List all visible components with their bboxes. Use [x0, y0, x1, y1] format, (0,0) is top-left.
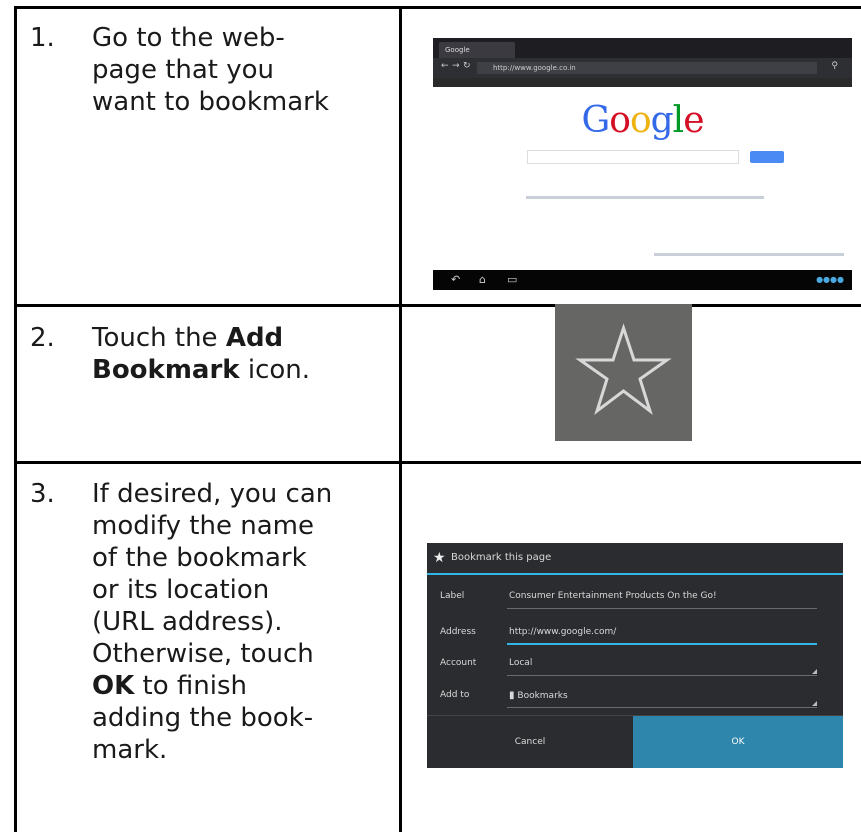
browser-tab-bar: Google [433, 38, 852, 58]
system-bar: ↶ ⌂ ▭ ●●●● [433, 270, 852, 290]
back-nav-icon[interactable]: ↶ [451, 273, 460, 286]
google-nav-strip [433, 78, 852, 87]
forward-icon[interactable]: → [452, 61, 460, 71]
google-links-line [526, 196, 764, 199]
table-border-top [14, 6, 861, 9]
logo-letter: e [683, 100, 704, 141]
logo-letter: o [609, 100, 631, 141]
step-number: 1. [30, 23, 55, 53]
address-field-row[interactable]: Address http://www.google.com/ [427, 615, 843, 649]
dropdown-corner-icon [812, 669, 817, 674]
step-number: 3. [30, 479, 55, 509]
refresh-icon[interactable]: ↻ [463, 61, 471, 71]
back-icon[interactable]: ← [441, 61, 449, 71]
table-column-divider [399, 6, 402, 832]
google-search-button[interactable] [750, 151, 784, 163]
google-search-box[interactable] [527, 150, 739, 164]
cancel-button[interactable]: Cancel [427, 716, 633, 768]
field-underline [507, 707, 817, 708]
field-label: Label [440, 591, 465, 601]
dialog-header: ★ Bookmark this page [427, 543, 843, 575]
browser-url-bar: ← → ↻ http://www.google.co.in ⚲ [433, 58, 852, 78]
field-underline [507, 608, 817, 609]
field-label: Address [440, 627, 476, 637]
browser-screenshot: Google ← → ↻ http://www.google.co.in ⚲ G… [433, 38, 852, 290]
bookmark-folder-icon: ▮ [509, 690, 515, 701]
account-field-row[interactable]: Account Local [427, 646, 843, 680]
dropdown-corner-icon [812, 701, 817, 706]
field-label: Account [440, 658, 477, 668]
logo-letter: l [672, 100, 684, 141]
search-icon[interactable]: ⚲ [831, 61, 838, 71]
step-text: If desired, you can modify the name of t… [92, 479, 333, 765]
row-divider-2 [14, 461, 861, 464]
field-label: Add to [440, 690, 470, 700]
bookmark-dialog: ★ Bookmark this page Label Consumer Ente… [427, 543, 843, 768]
address-input[interactable]: http://www.google.com/ [509, 627, 616, 637]
google-footer-links [654, 253, 844, 256]
label-input[interactable]: Consumer Entertainment Products On the G… [509, 591, 717, 601]
label-field-row[interactable]: Label Consumer Entertainment Products On… [427, 579, 843, 613]
browser-tab[interactable]: Google [439, 42, 515, 58]
logo-letter: o [629, 100, 652, 141]
url-field[interactable]: http://www.google.co.in [477, 62, 817, 74]
logo-letter: g [650, 100, 674, 141]
field-underline [507, 675, 817, 676]
star-outline-icon [575, 323, 672, 416]
table-border-left [14, 6, 17, 832]
ok-button[interactable]: OK [633, 716, 843, 768]
add-to-select[interactable]: ▮ Bookmarks [509, 690, 568, 701]
bookmark-star-icon: ★ [433, 550, 446, 566]
recent-apps-icon[interactable]: ▭ [507, 273, 517, 286]
logo-letter: G [581, 100, 610, 141]
step-text: Touch the Add Bookmark icon. [92, 323, 311, 385]
account-select[interactable]: Local [509, 658, 532, 668]
dialog-buttons: Cancel OK [427, 715, 843, 768]
dialog-title: Bookmark this page [451, 552, 552, 563]
google-logo: Google [433, 100, 852, 141]
add-to-field-row[interactable]: Add to ▮ Bookmarks [427, 678, 843, 712]
step-text: Go to the web- page that you want to boo… [92, 23, 329, 117]
status-area: ●●●● [816, 275, 844, 284]
step-number: 2. [30, 323, 55, 353]
row-divider-1 [14, 304, 861, 307]
home-nav-icon[interactable]: ⌂ [479, 273, 486, 286]
field-underline-active [507, 643, 817, 645]
add-bookmark-star-icon[interactable] [555, 304, 692, 441]
